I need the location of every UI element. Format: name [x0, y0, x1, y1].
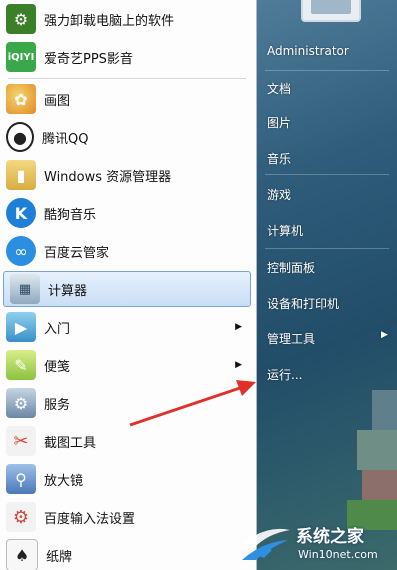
baidu-input-settings-icon: ⚙: [6, 502, 36, 532]
folder-icon: ▮: [6, 160, 36, 190]
right-item-pictures[interactable]: 图片: [267, 114, 291, 131]
program-label: 便笺: [44, 359, 71, 375]
paint-icon: ✿: [6, 84, 36, 114]
watermark: 系统之家 Win10net.com: [232, 520, 392, 566]
program-label: 放大镜: [44, 473, 84, 489]
blurred-background-block: [357, 430, 397, 470]
right-item-admin-tools[interactable]: 管理工具 ▶: [267, 330, 391, 347]
program-calculator[interactable]: ▦ 计算器: [3, 271, 251, 307]
program-label: 酷狗音乐: [44, 207, 97, 223]
sticky-notes-icon: ✎: [6, 350, 36, 380]
submenu-arrow-icon: ▶: [235, 322, 242, 332]
program-iqiyi-pps[interactable]: iQIYI 爱奇艺PPS影音: [0, 40, 256, 74]
program-uninstaller[interactable]: ⚙ 强力卸载电脑上的软件: [0, 2, 256, 36]
uninstaller-icon: ⚙: [6, 4, 36, 34]
right-item-games[interactable]: 游戏: [267, 186, 291, 203]
divider: [8, 78, 246, 79]
right-pane: Administrator 文档 图片 音乐 游戏 计算机 控制面板 设备和打印…: [257, 0, 397, 570]
submenu-arrow-icon: ▶: [235, 360, 242, 370]
program-sticky-notes[interactable]: ✎ 便笺 ▶: [0, 348, 256, 382]
right-item-label: 管理工具: [267, 332, 316, 346]
program-snipping-tool[interactable]: ✂ 截图工具: [0, 424, 256, 458]
user-avatar[interactable]: [301, 0, 361, 22]
program-services[interactable]: ⚙ 服务: [0, 386, 256, 420]
program-getting-started[interactable]: ▶ 入门 ▶: [0, 310, 256, 344]
start-menu: ⚙ 强力卸载电脑上的软件 iQIYI 爱奇艺PPS影音 ✿ 画图 ● 腾讯QQ …: [0, 0, 397, 570]
iqiyi-pps-icon: iQIYI: [6, 42, 36, 72]
program-paint[interactable]: ✿ 画图: [0, 82, 256, 116]
program-label: 爱奇艺PPS影音: [44, 51, 133, 67]
program-label: 截图工具: [44, 435, 97, 451]
qq-penguin-icon: ●: [6, 122, 34, 152]
right-item-computer[interactable]: 计算机: [267, 222, 303, 239]
solitaire-icon: ♠: [6, 539, 38, 570]
blurred-background-block: [372, 390, 397, 430]
watermark-url: Win10net.com: [298, 548, 378, 561]
getting-started-icon: ▶: [6, 312, 36, 342]
program-list: ⚙ 强力卸载电脑上的软件 iQIYI 爱奇艺PPS影音 ✿ 画图 ● 腾讯QQ …: [0, 0, 257, 570]
program-label: 强力卸载电脑上的软件: [44, 13, 175, 29]
program-label: 腾讯QQ: [42, 131, 89, 147]
right-item-documents[interactable]: 文档: [267, 80, 291, 97]
right-item-user[interactable]: Administrator: [267, 44, 349, 58]
submenu-arrow-icon: ▶: [381, 330, 388, 340]
program-label: 计算器: [48, 283, 88, 299]
program-label: 百度云管家: [44, 245, 110, 261]
program-solitaire[interactable]: ♠ 纸牌: [0, 538, 256, 570]
program-label: 纸牌: [46, 549, 73, 565]
right-item-music[interactable]: 音乐: [267, 150, 291, 167]
program-label: Windows 资源管理器: [44, 169, 172, 185]
program-label: 画图: [44, 93, 71, 109]
right-item-devices-printers[interactable]: 设备和打印机: [267, 295, 339, 312]
divider: [265, 248, 389, 249]
program-label: 服务: [44, 397, 71, 413]
right-item-control-panel[interactable]: 控制面板: [267, 259, 315, 276]
watermark-title: 系统之家: [296, 527, 364, 547]
magnifier-icon: ⚲: [6, 464, 36, 494]
program-label: 入门: [44, 321, 71, 337]
baidu-cloud-icon: ∞: [6, 236, 36, 266]
program-qq[interactable]: ● 腾讯QQ: [0, 120, 256, 154]
services-gear-icon: ⚙: [6, 388, 36, 418]
right-item-run[interactable]: 运行...: [267, 366, 302, 383]
watermark-logo-icon: [236, 528, 290, 560]
program-windows-explorer[interactable]: ▮ Windows 资源管理器: [0, 158, 256, 192]
program-magnifier[interactable]: ⚲ 放大镜: [0, 462, 256, 496]
snipping-tool-icon: ✂: [6, 426, 36, 456]
program-label: 百度输入法设置: [44, 511, 136, 527]
program-kugou[interactable]: K 酷狗音乐: [0, 196, 256, 230]
blurred-background-block: [362, 470, 397, 500]
program-baidu-cloud[interactable]: ∞ 百度云管家: [0, 234, 256, 268]
divider: [265, 174, 389, 175]
program-baidu-input-settings[interactable]: ⚙ 百度输入法设置: [0, 500, 256, 534]
divider: [265, 70, 389, 71]
kugou-icon: K: [6, 198, 36, 228]
calculator-icon: ▦: [10, 274, 40, 304]
